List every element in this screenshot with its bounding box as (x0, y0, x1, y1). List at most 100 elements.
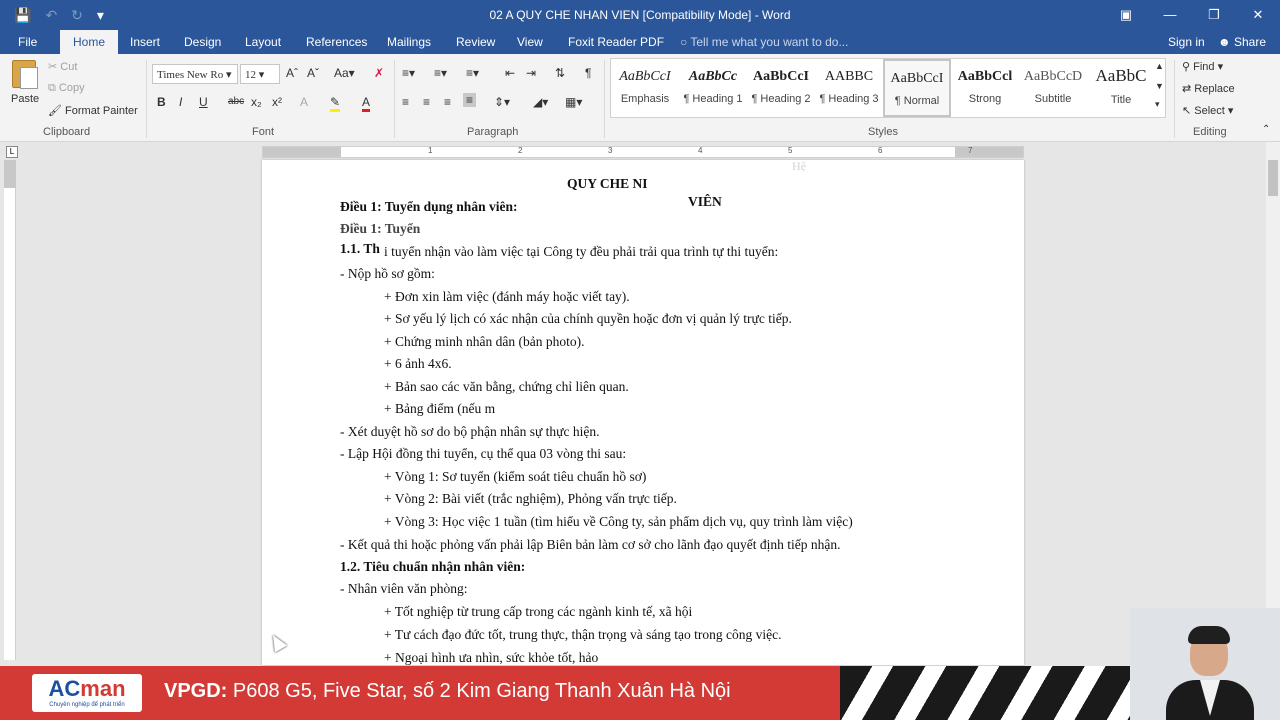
brush-icon: 🖌 (48, 105, 66, 117)
article-heading: Điều 1: Tuyển dụng nhân viên: (340, 199, 518, 214)
tab-selector-icon[interactable]: L (6, 146, 18, 158)
section-heading: 1.2. Tiêu chuẩn nhận nhân viên: (340, 559, 526, 574)
change-case-icon[interactable]: Aa▾ (334, 66, 355, 80)
ruler-margin-left (263, 147, 341, 157)
font-color-icon[interactable]: A (362, 95, 371, 112)
borders-icon[interactable]: ▦▾ (565, 95, 582, 109)
style-heading-2[interactable]: AaBbCcI ¶ Heading 2 (747, 59, 815, 117)
font-size-select[interactable]: 12 ▾ (240, 64, 280, 84)
minimize-icon[interactable]: — (1148, 0, 1192, 30)
collapse-ribbon-icon[interactable]: ⌃ (1262, 124, 1270, 135)
person-icon: ☻ (1218, 35, 1234, 49)
vertical-scrollbar[interactable] (1266, 142, 1280, 662)
editing-group-label: Editing (1193, 126, 1227, 138)
select-button[interactable]: ↖ Select ▾ (1182, 104, 1233, 117)
tab-file[interactable]: File (18, 35, 37, 49)
bold-icon[interactable]: B (157, 95, 166, 109)
replace-button[interactable]: ⇄ Replace (1182, 82, 1235, 95)
restore-icon[interactable]: ❐ (1192, 0, 1236, 30)
style-heading-1[interactable]: AaBbCc ¶ Heading 1 (679, 59, 747, 117)
justify-icon[interactable]: ≡ (463, 93, 477, 107)
styles-scroll-down-icon[interactable]: ▼ (1155, 81, 1164, 91)
shrink-font-icon[interactable]: Aˇ (307, 66, 319, 80)
format-painter-button[interactable]: 🖌 Format Painter (48, 104, 138, 117)
share-button[interactable]: ☻ Share (1218, 35, 1266, 49)
tell-me-input[interactable]: ○ Tell me what you want to do... (680, 35, 848, 49)
subscript-icon[interactable]: x₂ (251, 95, 262, 109)
save-icon[interactable]: 💾 (14, 7, 31, 24)
document-heading: QUY CHE NI (567, 176, 648, 191)
copy-icon: ⧉ (48, 82, 59, 94)
shading-icon[interactable]: ◢▾ (533, 95, 548, 109)
redo-icon[interactable]: ↻ (71, 7, 83, 24)
tab-insert[interactable]: Insert (130, 35, 160, 49)
sort-icon[interactable]: ⇅ (555, 66, 565, 80)
numbering-icon[interactable]: ≡▾ (434, 66, 447, 80)
styles-more-icon[interactable]: ▾ (1155, 99, 1160, 110)
line-spacing-icon[interactable]: ⇕▾ (494, 95, 510, 109)
tab-view[interactable]: View (517, 35, 543, 49)
bullets-icon[interactable]: ≡▾ (402, 66, 415, 80)
highlight-icon[interactable]: ✎ (330, 95, 341, 112)
scrollbar-thumb[interactable] (1268, 160, 1278, 196)
customize-icon[interactable]: ▾ (97, 7, 104, 24)
ghost-text: Điều 1: Tuyển (340, 221, 421, 236)
align-right-icon[interactable]: ≡ (444, 95, 451, 109)
tab-foxit[interactable]: Foxit Reader PDF (568, 35, 664, 49)
italic-icon[interactable]: I (179, 95, 182, 109)
style-heading-3[interactable]: AABBC ¶ Heading 3 (815, 59, 883, 117)
copy-button[interactable]: ⧉ Copy (48, 82, 85, 95)
cut-button[interactable]: ✂ Cut (48, 60, 77, 73)
clear-formatting-icon[interactable]: ✗ (374, 66, 384, 80)
increase-indent-icon[interactable]: ⇥ (526, 66, 536, 80)
grow-font-icon[interactable]: Aˆ (286, 66, 298, 80)
styles-gallery: AaBbCcI Emphasis AaBbCc ¶ Heading 1 AaBbCc… (610, 58, 1166, 118)
document-page[interactable]: Hệ QUY CHE NI VIÊN Điều 1: Tuyển dụng nh… (262, 160, 1024, 665)
style-strong[interactable]: AaBbCcl Strong (951, 59, 1019, 117)
undo-icon[interactable]: ↶ (45, 7, 57, 24)
paragraph-text: - Xét duyệt hồ sơ do bộ phận nhân sự thự… (340, 424, 600, 439)
ribbon-display-icon[interactable]: ▣ (1104, 0, 1148, 30)
paste-icon[interactable] (12, 60, 38, 89)
vertical-ruler[interactable] (4, 160, 16, 660)
style-title[interactable]: AaBbC Title (1087, 59, 1155, 117)
paste-button[interactable]: Paste (11, 93, 39, 105)
ribbon-tabs: File Home Insert Design Layout Reference… (0, 30, 1280, 54)
tab-references[interactable]: References (306, 35, 367, 49)
ruler-number: 3 (608, 146, 613, 155)
strikethrough-icon[interactable]: abc (228, 96, 244, 107)
multilevel-list-icon[interactable]: ≡▾ (466, 66, 479, 80)
style-normal[interactable]: AaBbCcI ¶ Normal (883, 59, 951, 117)
text-effects-icon[interactable]: A (300, 95, 308, 109)
decrease-indent-icon[interactable]: ⇤ (505, 66, 515, 80)
font-group-label: Font (252, 126, 275, 138)
superscript-icon[interactable]: x² (272, 95, 282, 109)
lightbulb-icon: ○ (680, 35, 691, 49)
list-item: + Vòng 1: Sơ tuyển (kiểm soát tiêu chuẩn… (384, 469, 647, 484)
separator (604, 60, 605, 138)
ruler-number: 1 (428, 146, 433, 155)
show-marks-icon[interactable]: ¶ (585, 66, 591, 80)
separator (1174, 60, 1175, 138)
sign-in-link[interactable]: Sign in (1168, 35, 1205, 49)
tab-mailings[interactable]: Mailings (387, 35, 431, 49)
style-emphasis[interactable]: AaBbCcI Emphasis (611, 59, 679, 117)
underline-icon[interactable]: U (199, 95, 208, 109)
tab-home[interactable]: Home (60, 30, 119, 54)
scissors-icon: ✂ (48, 61, 61, 73)
styles-scroll-up-icon[interactable]: ▲ (1155, 61, 1164, 71)
list-item: + Bản sao các văn bằng, chứng chỉ liên q… (384, 379, 629, 394)
font-name-select[interactable]: Times New Ro ▾ (152, 64, 238, 84)
find-button[interactable]: ⚲ Find ▾ (1182, 60, 1223, 73)
tab-layout[interactable]: Layout (245, 35, 281, 49)
style-subtitle[interactable]: AaBbCcD Subtitle (1019, 59, 1087, 117)
close-icon[interactable]: ✕ (1236, 0, 1280, 30)
tab-review[interactable]: Review (456, 35, 495, 49)
tab-design[interactable]: Design (184, 35, 221, 49)
paragraph-text: - Lập Hội đồng thi tuyển, cụ thể qua 03 … (340, 446, 627, 461)
align-left-icon[interactable]: ≡ (402, 95, 409, 109)
list-item: + Chứng minh nhân dân (bản photo). (384, 334, 585, 349)
replace-icon: ⇄ (1182, 83, 1195, 95)
horizontal-ruler[interactable]: 1 2 3 4 5 6 7 (262, 146, 1024, 158)
align-center-icon[interactable]: ≡ (423, 95, 430, 109)
